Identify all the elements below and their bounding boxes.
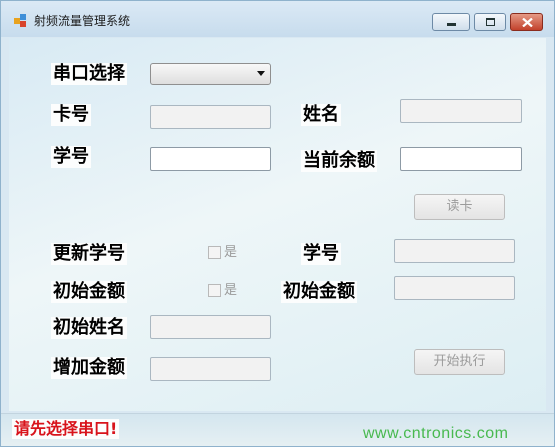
- balance-field[interactable]: [400, 147, 522, 171]
- add-amount-field[interactable]: [150, 357, 271, 381]
- status-bar: 请先选择串口! www.cntronics.com: [1, 413, 554, 446]
- update-student-id-label: 更新学号: [51, 243, 127, 265]
- card-number-field[interactable]: [150, 105, 271, 129]
- maximize-icon: [486, 18, 495, 26]
- initial-name-field[interactable]: [150, 315, 271, 339]
- chevron-down-icon: [257, 71, 265, 76]
- status-message: 请先选择串口!: [12, 419, 120, 439]
- initial-amount-checkbox[interactable]: 是: [208, 282, 248, 300]
- watermark: www.cntronics.com: [363, 425, 509, 442]
- student-id-field[interactable]: [150, 147, 271, 171]
- balance-label: 当前余额: [301, 150, 377, 172]
- right-initial-amount-label: 初始金额: [281, 281, 357, 303]
- checkbox-box[interactable]: [208, 246, 221, 259]
- title-bar[interactable]: 射频流量管理系统: [1, 1, 554, 37]
- initial-amount-label: 初始金额: [51, 281, 127, 303]
- name-label: 姓名: [301, 104, 341, 126]
- port-label: 串口选择: [51, 63, 127, 85]
- card-number-label: 卡号: [51, 104, 91, 126]
- app-window: 射频流量管理系统 串口选择 卡号 姓名 学号 当前余额 读卡 更新学号 是 学号…: [0, 0, 555, 447]
- student-id-label: 学号: [51, 146, 91, 168]
- initial-name-label: 初始姓名: [51, 317, 127, 339]
- right-student-id-field[interactable]: [394, 239, 515, 263]
- checkbox-box[interactable]: [208, 284, 221, 297]
- start-button[interactable]: 开始执行: [414, 349, 505, 375]
- app-icon: [14, 14, 28, 28]
- right-initial-amount-field[interactable]: [394, 276, 515, 300]
- maximize-button[interactable]: [474, 13, 506, 31]
- read-card-button[interactable]: 读卡: [414, 194, 505, 220]
- checkbox-label: 是: [224, 245, 238, 260]
- right-student-id-label: 学号: [301, 243, 341, 265]
- name-field[interactable]: [400, 99, 522, 123]
- close-icon: [522, 18, 533, 27]
- update-student-id-checkbox[interactable]: 是: [208, 244, 248, 262]
- minimize-icon: [447, 23, 456, 26]
- window-title: 射频流量管理系统: [34, 14, 131, 28]
- port-select[interactable]: [150, 63, 271, 85]
- checkbox-label: 是: [224, 283, 238, 298]
- minimize-button[interactable]: [432, 13, 470, 31]
- add-amount-label: 增加金额: [51, 357, 127, 379]
- close-button[interactable]: [510, 13, 543, 31]
